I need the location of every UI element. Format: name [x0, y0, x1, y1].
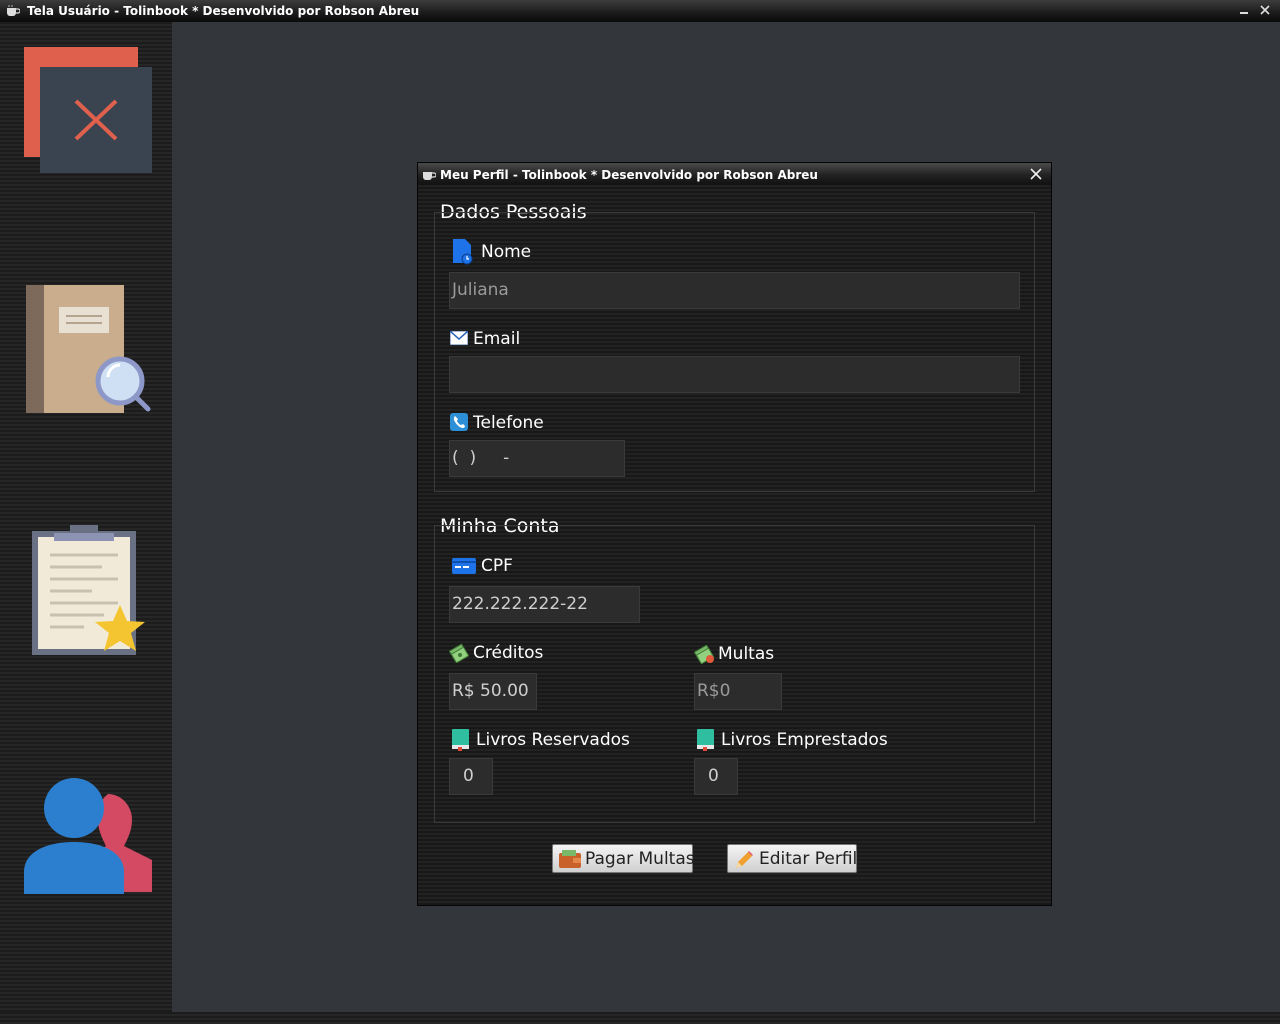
window-close-button[interactable] — [1258, 3, 1272, 17]
multas-field[interactable]: R$0 — [694, 673, 782, 710]
emprestados-label: Livros Emprestados — [721, 730, 888, 750]
id-card-icon — [452, 558, 476, 574]
creditos-label: Créditos — [473, 643, 544, 663]
reservados-field[interactable]: 0 — [449, 758, 493, 795]
pencil-icon — [736, 851, 753, 868]
email-field[interactable] — [449, 356, 1020, 393]
cpf-field[interactable]: 222.222.222-22 — [449, 586, 640, 623]
edit-profile-label: Editar Perfil — [759, 849, 858, 869]
emprestados-field[interactable]: 0 — [694, 758, 738, 795]
multas-label: Multas — [718, 644, 775, 664]
pay-fines-button[interactable]: Pagar Multas — [552, 844, 695, 873]
email-label: Email — [473, 329, 521, 349]
telefone-field[interactable]: ( ) - — [449, 440, 625, 477]
dialog-titlebar: Meu Perfil - Tolinbook * Desenvolvido po… — [418, 163, 1051, 185]
telefone-label: Telefone — [473, 413, 544, 433]
nome-label: Nome — [481, 242, 532, 262]
cpf-label: CPF — [481, 556, 513, 576]
contact-card-icon — [453, 239, 473, 265]
window-titlebar: Tela Usuário - Tolinbook * Desenvolvido … — [0, 0, 1280, 22]
profile-dialog: Meu Perfil - Tolinbook * Desenvolvido po… — [417, 162, 1052, 906]
bottom-strip — [0, 1012, 1280, 1024]
app-cup-icon — [7, 5, 20, 16]
dialog-close-button[interactable] — [1029, 167, 1043, 181]
dialog-title: Meu Perfil - Tolinbook * Desenvolvido po… — [440, 168, 818, 182]
book-loan-icon — [697, 729, 714, 751]
money-icon — [449, 643, 469, 663]
creditos-field[interactable]: R$ 50.00 — [449, 673, 537, 710]
users-icon[interactable] — [24, 772, 154, 894]
phone-icon — [450, 413, 468, 431]
sidebar — [0, 22, 172, 1012]
wallet-icon — [559, 850, 581, 868]
pay-fines-label: Pagar Multas — [585, 849, 695, 869]
book-icon — [452, 729, 469, 751]
money-fine-icon — [694, 644, 715, 664]
edit-profile-button[interactable]: Editar Perfil — [727, 844, 857, 873]
book-search-icon[interactable] — [26, 285, 152, 415]
mail-icon — [450, 331, 468, 345]
dialog-cup-icon — [423, 172, 436, 180]
reservados-label: Livros Reservados — [476, 730, 630, 750]
window-title: Tela Usuário - Tolinbook * Desenvolvido … — [27, 4, 420, 18]
nome-field[interactable]: Juliana — [449, 272, 1020, 309]
close-icon[interactable] — [24, 47, 154, 175]
minimize-button[interactable] — [1238, 2, 1250, 18]
clipboard-star-icon[interactable] — [32, 525, 150, 659]
